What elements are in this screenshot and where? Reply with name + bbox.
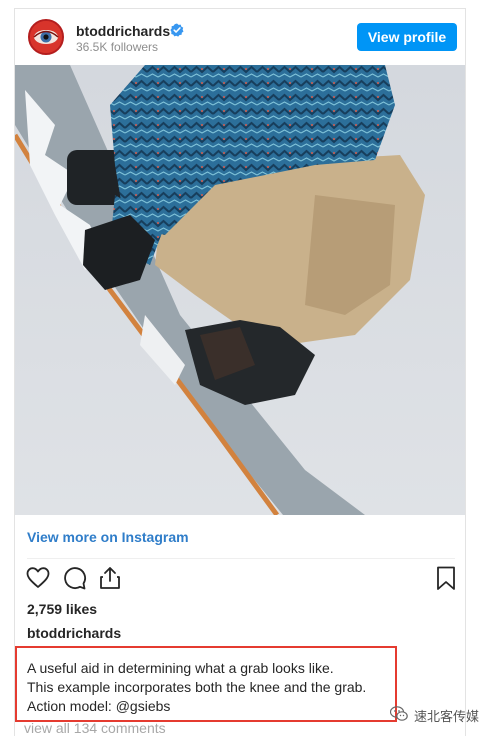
view-more-on-instagram-link[interactable]: View more on Instagram (27, 529, 189, 545)
divider (27, 558, 455, 559)
caption-line: A useful aid in determining what a grab … (27, 660, 334, 676)
bookmark-icon[interactable] (433, 565, 459, 591)
username[interactable]: btoddrichards (76, 23, 170, 39)
follower-count: 36.5K followers (76, 40, 159, 54)
post-header: btoddrichards 36.5K followers View profi… (15, 9, 465, 65)
caption-username[interactable]: btoddrichards (27, 625, 121, 641)
watermark-text: 速北客传媒 (414, 709, 480, 724)
view-profile-button[interactable]: View profile (357, 23, 457, 51)
instagram-embed-card: btoddrichards 36.5K followers View profi… (14, 8, 466, 736)
like-count[interactable]: 2,759 likes (27, 601, 97, 617)
heart-icon[interactable] (25, 565, 51, 591)
avatar-eye-image (30, 21, 62, 53)
verified-badge-icon (170, 23, 184, 37)
view-all-comments-link[interactable]: view all 134 comments (24, 720, 166, 736)
caption-line: This example incorporates both the knee … (27, 679, 367, 695)
caption-highlight-box: A useful aid in determining what a grab … (15, 646, 397, 722)
avatar[interactable] (28, 19, 64, 55)
post-photo[interactable] (15, 65, 465, 515)
share-icon[interactable] (97, 565, 123, 591)
watermark: 速北客传媒 (390, 704, 490, 724)
caption-line: Action model: @gsiebs (27, 698, 171, 714)
comment-bubble-icon[interactable] (61, 565, 87, 591)
action-bar (15, 565, 465, 595)
wechat-icon (390, 706, 408, 721)
snowboard-grab-photo (15, 65, 465, 515)
